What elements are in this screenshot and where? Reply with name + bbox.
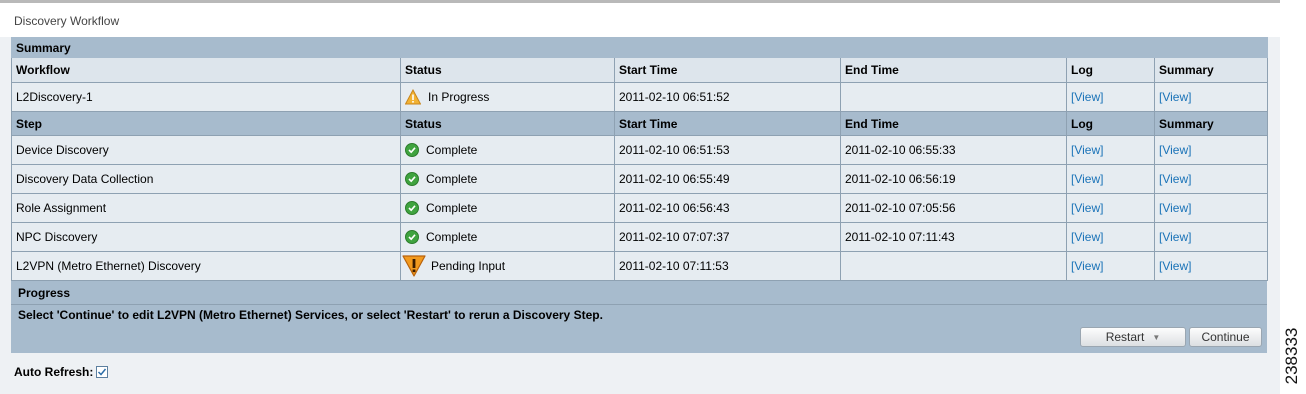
- restart-button-label: Restart: [1105, 330, 1145, 344]
- workflow-row: L2Discovery-1 In Progress 2011-02-10 06:…: [11, 82, 1269, 112]
- check-circle-icon: [405, 230, 419, 244]
- step-name: Role Assignment: [11, 193, 401, 223]
- step-log-link[interactable]: [View]: [1071, 201, 1103, 215]
- table-row: Device Discovery Complete 2011-02-10 06:…: [11, 135, 1269, 165]
- table-row: L2VPN (Metro Ethernet) Discovery Pending…: [11, 251, 1269, 281]
- column-header-step-summary: Summary: [1153, 111, 1269, 136]
- summary-section-label: Summary: [10, 37, 1269, 58]
- table-row: Discovery Data Collection Complete 2011-…: [11, 164, 1269, 194]
- step-log-link[interactable]: [View]: [1071, 259, 1103, 273]
- column-header-step-start-time: Start Time: [614, 111, 841, 136]
- progress-section: Progress Select 'Continue' to edit L2VPN…: [11, 281, 1267, 353]
- step-log-link[interactable]: [View]: [1071, 230, 1103, 244]
- workflow-status: In Progress: [428, 90, 490, 104]
- column-header-summary: Summary: [1153, 57, 1269, 83]
- column-header-step-end-time: End Time: [840, 111, 1067, 136]
- step-log-link[interactable]: [View]: [1071, 143, 1103, 157]
- step-name: Discovery Data Collection: [11, 164, 401, 194]
- restart-button[interactable]: Restart ▼: [1080, 327, 1186, 347]
- step-status: Pending Input: [431, 259, 506, 273]
- check-circle-icon: [405, 143, 419, 157]
- check-circle-icon: [405, 172, 419, 186]
- check-circle-icon: [405, 201, 419, 215]
- step-name: Device Discovery: [11, 135, 401, 165]
- column-header-step-status: Status: [400, 111, 615, 136]
- step-end-time: 2011-02-10 07:11:43: [840, 222, 1067, 252]
- step-name: L2VPN (Metro Ethernet) Discovery: [11, 251, 401, 281]
- warning-icon: [405, 89, 421, 105]
- workflow-end-time: [840, 82, 1067, 112]
- auto-refresh: Auto Refresh:: [14, 365, 109, 379]
- figure-id: 238333: [1281, 317, 1303, 394]
- auto-refresh-checkbox[interactable]: [96, 366, 109, 378]
- step-end-time: 2011-02-10 06:55:33: [840, 135, 1067, 165]
- column-header-step-log: Log: [1066, 111, 1155, 136]
- progress-label: Progress: [18, 286, 71, 300]
- step-start-time: 2011-02-10 06:51:53: [614, 135, 841, 165]
- step-summary-link[interactable]: [View]: [1159, 230, 1191, 244]
- step-end-time: 2011-02-10 06:56:19: [840, 164, 1067, 194]
- step-start-time: 2011-02-10 06:55:49: [614, 164, 841, 194]
- title-bar: Discovery Workflow: [0, 3, 1280, 37]
- column-header-step: Step: [11, 111, 401, 136]
- table-row: NPC Discovery Complete 2011-02-10 07:07:…: [11, 222, 1269, 252]
- progress-message: Select 'Continue' to edit L2VPN (Metro E…: [18, 308, 603, 322]
- step-summary-link[interactable]: [View]: [1159, 201, 1191, 215]
- workflow-header-row: Workflow Status Start Time End Time Log …: [11, 57, 1269, 83]
- column-header-workflow: Workflow: [11, 57, 401, 83]
- table-row: Role Assignment Complete 2011-02-10 06:5…: [11, 193, 1269, 223]
- workflow-log-link[interactable]: [View]: [1071, 90, 1103, 104]
- workflow-table: Summary Workflow Status Start Time End T…: [10, 37, 1269, 281]
- continue-button[interactable]: Continue: [1189, 327, 1262, 347]
- column-header-log: Log: [1066, 57, 1155, 83]
- step-status: Complete: [426, 201, 478, 215]
- step-status: Complete: [426, 230, 478, 244]
- step-end-time: 2011-02-10 07:05:56: [840, 193, 1067, 223]
- step-status: Complete: [426, 172, 478, 186]
- column-header-end-time: End Time: [840, 57, 1067, 83]
- page-title: Discovery Workflow: [14, 14, 120, 28]
- workflow-summary-link[interactable]: [View]: [1159, 90, 1191, 104]
- step-log-link[interactable]: [View]: [1071, 172, 1103, 186]
- workflow-start-time: 2011-02-10 06:51:52: [614, 82, 841, 112]
- chevron-down-icon: ▼: [1152, 332, 1161, 342]
- step-end-time: [840, 251, 1067, 281]
- step-summary-link[interactable]: [View]: [1159, 172, 1191, 186]
- alert-icon: [402, 255, 426, 277]
- summary-section-row: Summary: [10, 37, 1269, 58]
- step-header-row: Step Status Start Time End Time Log Summ…: [11, 111, 1269, 136]
- auto-refresh-label: Auto Refresh:: [14, 365, 94, 379]
- step-name: NPC Discovery: [11, 222, 401, 252]
- figure-id-text: 238333: [1282, 327, 1301, 384]
- column-header-status: Status: [400, 57, 615, 83]
- step-summary-link[interactable]: [View]: [1159, 143, 1191, 157]
- step-summary-link[interactable]: [View]: [1159, 259, 1191, 273]
- checkmark-icon: [98, 368, 107, 376]
- workflow-name: L2Discovery-1: [11, 82, 401, 112]
- step-status: Complete: [426, 143, 478, 157]
- progress-divider: [11, 304, 1267, 305]
- step-start-time: 2011-02-10 07:11:53: [614, 251, 841, 281]
- continue-button-label: Continue: [1201, 330, 1250, 344]
- column-header-start-time: Start Time: [614, 57, 841, 83]
- workflow-status-cell: In Progress: [400, 82, 615, 112]
- step-start-time: 2011-02-10 06:56:43: [614, 193, 841, 223]
- step-start-time: 2011-02-10 07:07:37: [614, 222, 841, 252]
